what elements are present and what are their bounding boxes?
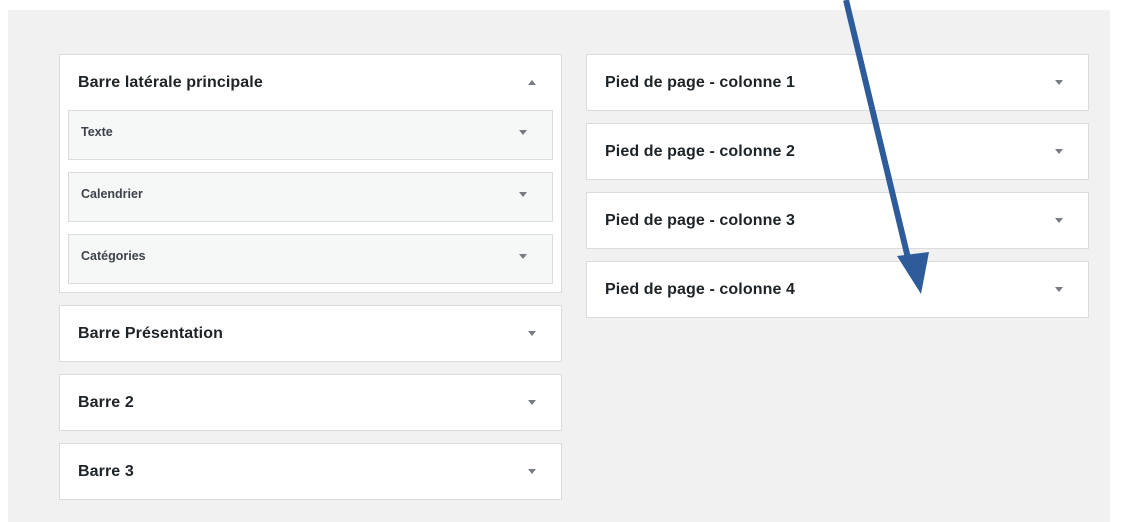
widget-title: Texte [81, 125, 113, 139]
widget-area-header[interactable]: Pied de page - colonne 3 [587, 193, 1088, 248]
expand-triangle-icon[interactable] [516, 187, 530, 201]
widget-area-footer-col-3: Pied de page - colonne 3 [586, 192, 1089, 249]
widget-title: Calendrier [81, 187, 143, 201]
widget-area-header[interactable]: Pied de page - colonne 4 [587, 262, 1088, 317]
widget-area-header[interactable]: Pied de page - colonne 1 [587, 55, 1088, 110]
widget-area-title: Pied de page - colonne 1 [605, 73, 795, 91]
widget-area-barre-presentation: Barre Présentation [59, 305, 562, 362]
widget-area-header[interactable]: Barre 2 [60, 375, 561, 430]
expand-triangle-icon[interactable] [516, 125, 530, 139]
collapse-triangle-icon[interactable] [525, 76, 539, 90]
expand-triangle-icon[interactable] [525, 465, 539, 479]
widget-area-title: Pied de page - colonne 2 [605, 142, 795, 160]
widget-area-header[interactable]: Barre 3 [60, 444, 561, 499]
widget-area-title: Barre latérale principale [78, 73, 263, 91]
expand-triangle-icon[interactable] [525, 396, 539, 410]
widget-area-header[interactable]: Pied de page - colonne 2 [587, 124, 1088, 179]
widget-area-footer-col-1: Pied de page - colonne 1 [586, 54, 1089, 111]
widget-area-main-sidebar: Barre latérale principale Texte Calendri… [59, 54, 562, 293]
widget-area-footer-col-4: Pied de page - colonne 4 [586, 261, 1089, 318]
widget-calendrier[interactable]: Calendrier [68, 172, 553, 222]
expand-triangle-icon[interactable] [1052, 283, 1066, 297]
widget-area-header[interactable]: Barre latérale principale [60, 55, 561, 110]
widget-area-header[interactable]: Barre Présentation [60, 306, 561, 361]
expand-triangle-icon[interactable] [1052, 76, 1066, 90]
widgets-canvas: Barre latérale principale Texte Calendri… [8, 10, 1110, 522]
widget-area-barre-2: Barre 2 [59, 374, 562, 431]
expand-triangle-icon[interactable] [1052, 214, 1066, 228]
widget-area-title: Barre 2 [78, 393, 134, 411]
right-widget-areas: Pied de page - colonne 1 Pied de page - … [586, 54, 1089, 330]
widget-texte[interactable]: Texte [68, 110, 553, 160]
expand-triangle-icon[interactable] [516, 249, 530, 263]
widget-area-title: Barre 3 [78, 462, 134, 480]
widget-area-barre-3: Barre 3 [59, 443, 562, 500]
widget-list: Texte Calendrier Catégories [60, 110, 561, 292]
widget-area-footer-col-2: Pied de page - colonne 2 [586, 123, 1089, 180]
widget-area-title: Pied de page - colonne 4 [605, 280, 795, 298]
left-widget-areas: Barre latérale principale Texte Calendri… [59, 54, 562, 512]
widget-title: Catégories [81, 249, 146, 263]
expand-triangle-icon[interactable] [1052, 145, 1066, 159]
expand-triangle-icon[interactable] [525, 327, 539, 341]
widget-area-title: Barre Présentation [78, 324, 223, 342]
widget-categories[interactable]: Catégories [68, 234, 553, 284]
widget-area-title: Pied de page - colonne 3 [605, 211, 795, 229]
